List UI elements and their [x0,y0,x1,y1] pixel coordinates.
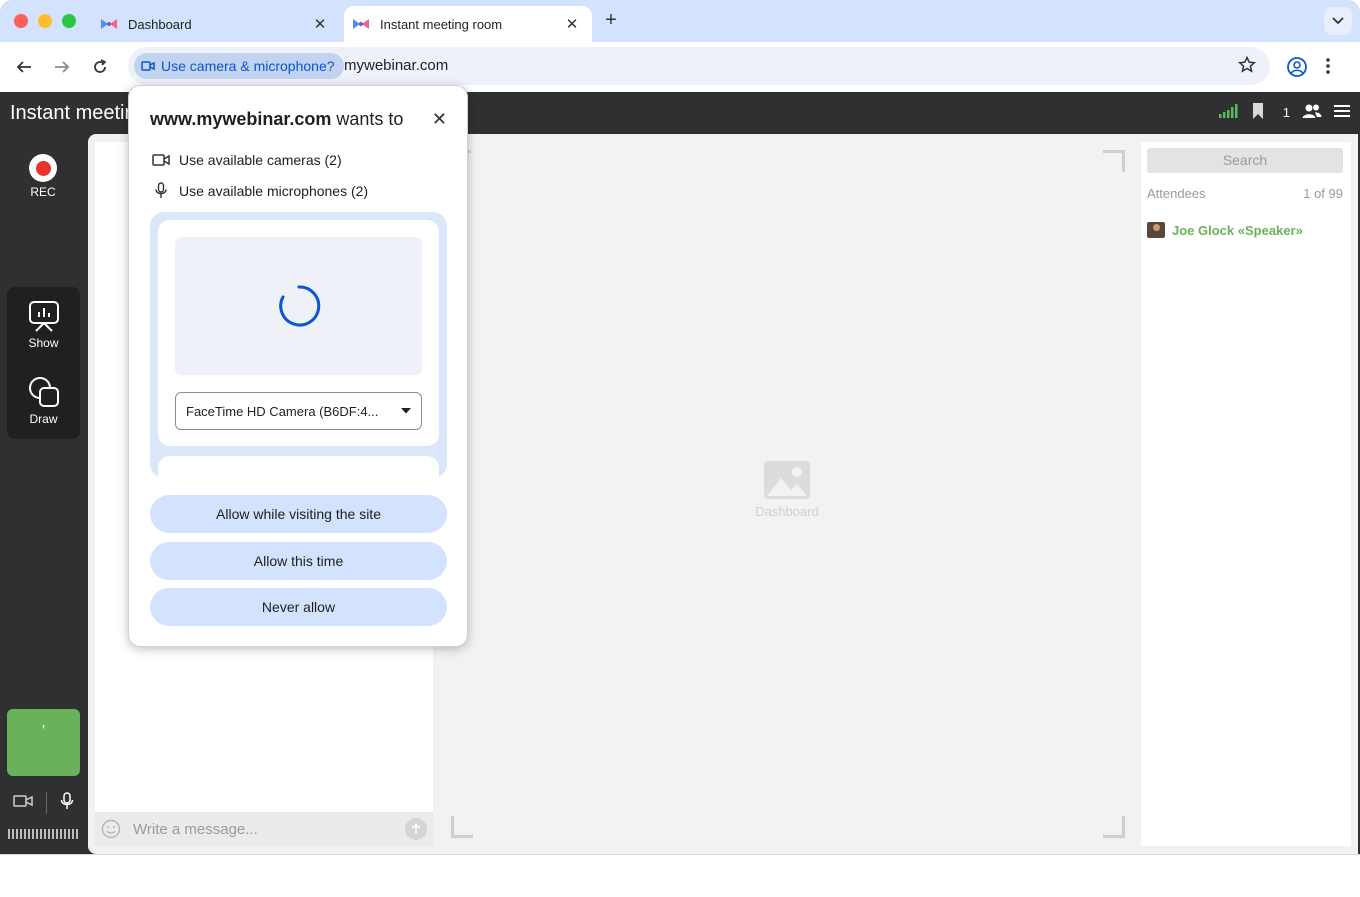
profile-avatar-icon[interactable] [1286,56,1308,83]
new-tab-button[interactable]: + [600,9,622,31]
browser-tabstrip: Dashboard ✕ Instant meeting room ✕ + [0,0,1360,42]
signal-strength-icon [1218,104,1239,121]
attendee-row[interactable]: Joe Glock «Speaker» [1147,222,1303,238]
tab-title: Instant meeting room [380,16,503,32]
never-allow-button[interactable]: Never allow [150,588,447,626]
tab-close-icon[interactable]: ✕ [310,15,330,33]
reload-icon [94,59,107,73]
dialog-site: www.mywebinar.com [150,109,332,129]
camera-preview [175,237,422,375]
microphone-preview-card [158,456,439,478]
chat-input-bar[interactable]: Write a message... [95,812,433,846]
hamburger-menu-icon[interactable] [1334,104,1350,121]
browser-menu-icon[interactable] [1325,56,1331,81]
tab-search-button[interactable] [1324,7,1352,35]
microphone-permission-row: Use available microphones (2) [151,182,368,199]
microphone-icon [151,182,171,199]
tab-title: Dashboard [128,16,192,32]
webinar-logo-icon [352,17,370,31]
attendees-panel: Search Attendees 1 of 99 Joe Glock «Spea… [1141,142,1351,846]
camera-select-value: FaceTime HD Camera (B6DF:4... [186,403,379,419]
camera-permission-label: Use available cameras (2) [179,152,342,168]
chevron-down-icon [1332,17,1344,25]
stage-corner [451,816,473,838]
url-text[interactable]: mywebinar.com [344,57,448,74]
permission-chip-label: Use camera & microphone? [161,58,335,74]
chat-message-input[interactable]: Write a message... [133,821,405,838]
loading-spinner-icon [278,285,320,327]
allow-while-visiting-button[interactable]: Allow while visiting the site [150,495,447,533]
video-camera-icon [141,60,155,72]
image-placeholder-icon [751,460,823,500]
tab-close-icon[interactable]: ✕ [562,15,582,33]
camera-preview-card: FaceTime HD Camera (B6DF:4... [158,220,439,446]
forward-button[interactable] [50,55,74,79]
camera-permission-row: Use available cameras (2) [151,152,342,168]
bookmark-star-icon[interactable] [1237,55,1257,79]
allow-this-time-button[interactable]: Allow this time [150,542,447,580]
attendee-name: Joe Glock «Speaker» [1172,222,1303,238]
draw-button[interactable]: Draw [7,375,80,426]
reload-button[interactable] [88,55,112,79]
camera-toggle-icon[interactable] [13,794,34,813]
window-close-button[interactable] [14,14,28,28]
permission-request-chip[interactable]: Use camera & microphone? [134,53,344,79]
divider [45,792,47,814]
header-actions: 1 [1218,102,1350,123]
back-arrow-icon [16,61,31,73]
show-button[interactable]: Show [7,299,80,350]
attendees-count: 1 of 99 [1303,186,1343,201]
window-bottom [0,854,1360,897]
participant-count: 1 [1282,105,1290,120]
attendees-label: Attendees [1147,186,1206,201]
close-icon[interactable]: ✕ [432,110,447,128]
record-label: REC [30,185,56,199]
dropdown-arrow-icon [401,408,411,414]
tab-dashboard[interactable]: Dashboard ✕ [92,6,340,42]
microphone-toggle-icon[interactable] [60,791,74,815]
record-icon [29,154,57,182]
webinar-logo-icon [100,17,118,31]
device-preview-area: FaceTime HD Camera (B6DF:4... [150,212,447,478]
draw-label: Draw [29,412,58,426]
back-button[interactable] [12,55,36,79]
presentation-board-icon [7,299,80,333]
show-label: Show [28,336,59,350]
stage-placeholder: Dashboard [751,460,823,519]
participants-icon[interactable] [1302,103,1322,122]
shapes-icon [7,375,80,409]
arrow-up-icon [411,823,421,834]
window-zoom-button[interactable] [62,14,76,28]
dialog-title: www.mywebinar.com wants to [150,109,403,130]
stage-corner [1103,150,1125,172]
dialog-wants-to: wants to [336,109,404,129]
audio-level-meter [8,829,80,839]
address-bar[interactable]: Use camera & microphone? mywebinar.com [128,47,1270,85]
avatar [1147,222,1165,238]
attendee-search-input[interactable]: Search [1147,148,1343,173]
meeting-title: Instant meetir [10,102,132,124]
bookmark-icon[interactable] [1251,102,1265,123]
stage-corner [1103,816,1125,838]
presentation-tools: Show Draw [7,287,80,439]
stage-placeholder-label: Dashboard [755,504,819,519]
camera-select[interactable]: FaceTime HD Camera (B6DF:4... [175,392,422,430]
permission-dialog: www.mywebinar.com wants to ✕ Use availab… [128,85,468,647]
send-button[interactable] [405,818,427,840]
microphone-permission-label: Use available microphones (2) [179,182,369,199]
video-camera-icon [151,153,171,167]
window-minimize-button[interactable] [38,14,52,28]
emoji-icon[interactable] [101,819,121,839]
media-controls [7,789,80,817]
tab-instant-meeting-room[interactable]: Instant meeting room ✕ [344,6,592,42]
left-toolbar: REC Show Draw ' [0,134,88,854]
forward-arrow-icon [55,61,70,73]
self-camera-tile[interactable]: ' [7,709,80,776]
record-button[interactable]: REC [28,154,58,199]
presentation-stage: Dashboard [433,142,1139,846]
